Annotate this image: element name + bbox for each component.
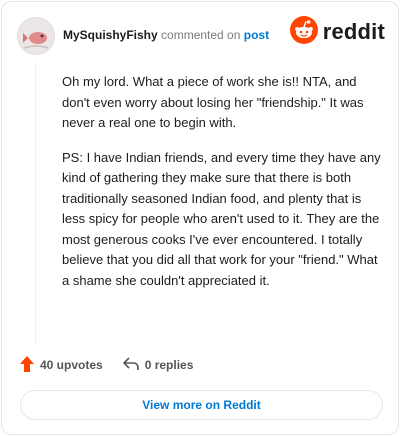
author-name[interactable]: MySquishyFishy xyxy=(63,28,158,42)
comment-body: Oh my lord. What a piece of work she is!… xyxy=(62,72,382,305)
reddit-logo[interactable]: reddit xyxy=(289,15,385,49)
author-line: MySquishyFishy commented on post xyxy=(63,28,269,42)
view-more-button[interactable]: View more on Reddit xyxy=(20,390,383,420)
comment-actions: 40 upvotes 0 replies xyxy=(20,355,193,375)
comment-paragraph: Oh my lord. What a piece of work she is!… xyxy=(62,74,364,130)
commented-on-text: commented on xyxy=(161,28,241,42)
upvote-arrow-icon xyxy=(20,355,40,375)
reddit-alien-icon xyxy=(289,15,318,49)
thread-line xyxy=(35,62,36,342)
avatar[interactable] xyxy=(17,17,55,55)
reddit-wordmark: reddit xyxy=(322,19,385,44)
comment-paragraph: PS: I have Indian friends, and every tim… xyxy=(62,149,381,288)
upvote-count: 40 upvotes xyxy=(40,358,103,372)
upvote-button[interactable]: 40 upvotes xyxy=(20,355,103,375)
comment-header: MySquishyFishy commented on post reddit xyxy=(17,15,385,55)
reply-count: 0 replies xyxy=(144,358,194,372)
reply-button[interactable]: 0 replies xyxy=(122,356,194,374)
post-link[interactable]: post xyxy=(244,28,269,42)
reply-arrow-icon xyxy=(122,356,145,374)
comment-card: MySquishyFishy commented on post reddit xyxy=(1,1,399,435)
